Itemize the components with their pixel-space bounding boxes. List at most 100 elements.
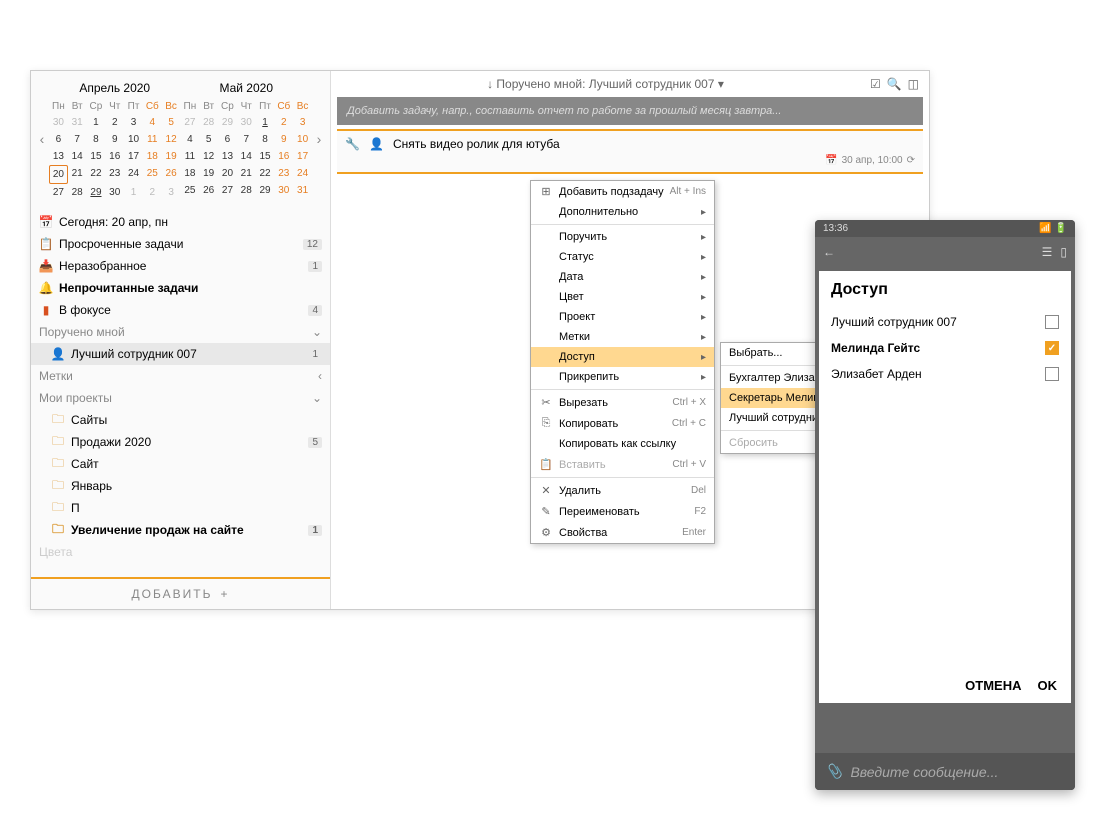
calendar-day[interactable]: 13 [49, 148, 68, 165]
calendar-day[interactable]: 30 [274, 182, 293, 199]
nav-p[interactable]: 🗀 П [31, 497, 330, 519]
calendar-day[interactable]: 3 [124, 114, 143, 131]
calendar-day[interactable]: 5 [162, 114, 181, 131]
ctx-tags[interactable]: Метки▸ [531, 327, 714, 347]
calendar-next[interactable]: › [312, 131, 326, 147]
calendar-day[interactable]: 30 [105, 184, 124, 201]
ctx-add-subtask[interactable]: ⊞ Добавить подзадачу Alt + Ins [531, 181, 714, 202]
search-icon[interactable]: 🔍 [887, 77, 902, 91]
calendar-day[interactable]: 16 [274, 148, 293, 165]
modal-user-2[interactable]: Мелинда Гейтс ✓ [819, 335, 1071, 361]
calendar-day[interactable]: 20 [49, 165, 68, 184]
calendar-day[interactable]: 15 [256, 148, 275, 165]
calendar-day[interactable]: 18 [181, 165, 200, 182]
nav-section-projects[interactable]: Мои проекты ⌄ [31, 387, 330, 409]
calendar-day[interactable]: 24 [293, 165, 312, 182]
calendar-day[interactable]: 22 [256, 165, 275, 182]
calendar-day[interactable]: 2 [274, 114, 293, 131]
calendar-day[interactable]: 27 [218, 182, 237, 199]
calendar-day[interactable]: 10 [124, 131, 143, 148]
calendar-day[interactable]: 13 [218, 148, 237, 165]
calendar-day[interactable]: 2 [105, 114, 124, 131]
calendar-day[interactable]: 8 [256, 131, 275, 148]
nav-section-colors[interactable]: Цвета [31, 541, 330, 563]
ctx-date[interactable]: Дата▸ [531, 267, 714, 287]
calendar-day[interactable]: 17 [293, 148, 312, 165]
calendar-day[interactable]: 18 [143, 148, 162, 165]
calendar-day[interactable]: 14 [237, 148, 256, 165]
back-icon[interactable]: ← [823, 245, 835, 259]
calendar-day[interactable]: 7 [68, 131, 87, 148]
calendar-day[interactable]: 26 [162, 165, 181, 184]
ctx-project[interactable]: Проект▸ [531, 307, 714, 327]
calendar-day[interactable]: 24 [124, 165, 143, 184]
checkbox-checked[interactable]: ✓ [1045, 341, 1059, 355]
nav-inbox[interactable]: 📥 Неразобранное 1 [31, 255, 330, 277]
ctx-properties[interactable]: ⚙СвойстваEnter [531, 522, 714, 543]
calendar-day[interactable]: 23 [105, 165, 124, 184]
nav-focus[interactable]: ▮ В фокусе 4 [31, 299, 330, 321]
calendar-day[interactable]: 9 [274, 131, 293, 148]
cancel-button[interactable]: ОТМЕНА [965, 678, 1021, 693]
calendar-day[interactable]: 23 [274, 165, 293, 182]
calendar-day[interactable]: 4 [181, 131, 200, 148]
ctx-copy-link[interactable]: Копировать как ссылку [531, 434, 714, 454]
nav-overdue[interactable]: 📋 Просроченные задачи 12 [31, 233, 330, 255]
calendar-day[interactable]: 16 [105, 148, 124, 165]
content-title[interactable]: ↓ Поручено мной: Лучший сотрудник 007 ▾ [341, 77, 870, 91]
add-task-input[interactable]: Добавить задачу, напр., составить отчет … [337, 97, 923, 125]
modal-user-3[interactable]: Элизабет Арден [819, 361, 1071, 387]
calendar-day[interactable]: 27 [181, 114, 200, 131]
add-button[interactable]: ДОБАВИТЬ + [31, 577, 330, 609]
task-card[interactable]: 🔧 👤 Снять видео ролик для ютуба 📅 30 апр… [337, 129, 923, 172]
nav-increase-sales[interactable]: 🗀 Увеличение продаж на сайте 1 [31, 519, 330, 541]
calendar-day[interactable]: 30 [49, 114, 68, 131]
calendar-day[interactable]: 1 [256, 114, 275, 131]
attach-icon[interactable]: 📎 [825, 763, 842, 780]
calendar-day[interactable]: 27 [49, 184, 68, 201]
ok-button[interactable]: OK [1038, 678, 1058, 693]
ctx-rename[interactable]: ✎ПереименоватьF2 [531, 501, 714, 522]
checkbox-unchecked[interactable] [1045, 315, 1059, 329]
calendar-day[interactable]: 28 [237, 182, 256, 199]
calendar-day[interactable]: 19 [199, 165, 218, 182]
nav-site[interactable]: 🗀 Сайт [31, 453, 330, 475]
calendar-day[interactable]: 14 [68, 148, 87, 165]
calendar-day[interactable]: 21 [237, 165, 256, 182]
calendar-day[interactable]: 20 [218, 165, 237, 182]
calendar-day[interactable]: 11 [143, 131, 162, 148]
calendar-day[interactable]: 31 [68, 114, 87, 131]
calendar-day[interactable]: 19 [162, 148, 181, 165]
calendar-day[interactable]: 21 [68, 165, 87, 184]
ctx-delete[interactable]: ✕УдалитьDel [531, 480, 714, 501]
nav-sites[interactable]: 🗀 Сайты [31, 409, 330, 431]
calendar-day[interactable]: 3 [293, 114, 312, 131]
calendar-day[interactable]: 26 [199, 182, 218, 199]
ctx-assign[interactable]: Поручить▸ [531, 227, 714, 247]
ctx-color[interactable]: Цвет▸ [531, 287, 714, 307]
calendar-day[interactable]: 28 [68, 184, 87, 201]
nav-section-assigned[interactable]: Поручено мной ⌄ [31, 321, 330, 343]
calendar-day[interactable]: 28 [199, 114, 218, 131]
calendar-day[interactable]: 17 [124, 148, 143, 165]
calendar-day[interactable]: 10 [293, 131, 312, 148]
ctx-access[interactable]: Доступ▸ [531, 347, 714, 367]
calendar-day[interactable]: 12 [199, 148, 218, 165]
nav-best-employee[interactable]: 👤 Лучший сотрудник 007 1 [31, 343, 330, 365]
bookmark-icon[interactable]: ▯ [1060, 245, 1067, 259]
calendar-day[interactable]: 25 [181, 182, 200, 199]
calendar-day[interactable]: 15 [87, 148, 106, 165]
ctx-more[interactable]: Дополнительно▸ [531, 202, 714, 222]
calendar-day[interactable]: 2 [143, 184, 162, 201]
nav-sales-2020[interactable]: 🗀 Продажи 2020 5 [31, 431, 330, 453]
list-icon[interactable]: ☰ [1042, 245, 1053, 259]
calendar-day[interactable]: 25 [143, 165, 162, 184]
message-input[interactable]: 📎 Введите сообщение... [815, 753, 1075, 790]
nav-january[interactable]: 🗀 Январь [31, 475, 330, 497]
nav-section-tags[interactable]: Метки ‹ [31, 365, 330, 387]
checkbox-unchecked[interactable] [1045, 367, 1059, 381]
calendar-day[interactable]: 12 [162, 131, 181, 148]
ctx-cut[interactable]: ✂ВырезатьCtrl + X [531, 392, 714, 413]
calendar-day[interactable]: 31 [293, 182, 312, 199]
ctx-copy[interactable]: ⎘КопироватьCtrl + C [531, 413, 714, 434]
